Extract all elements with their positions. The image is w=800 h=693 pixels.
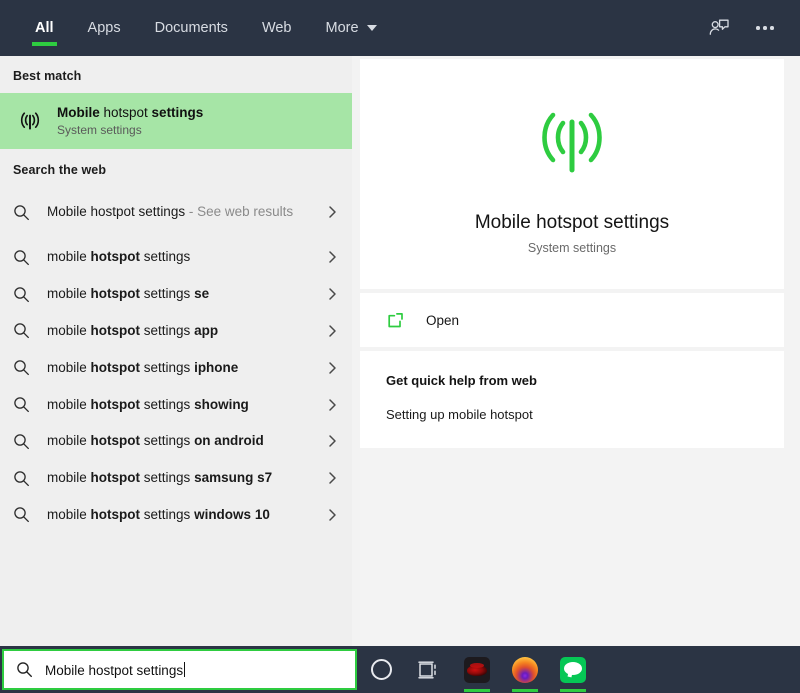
search-icon [13, 433, 47, 450]
preview-pane: Mobile hotspot settings System settings … [352, 56, 800, 646]
best-match-text: Mobile hotspot settings System settings [57, 104, 203, 138]
search-icon [13, 322, 47, 339]
running-indicator [464, 689, 490, 692]
chevron-right-icon [324, 250, 340, 264]
tab-web-label: Web [261, 20, 292, 36]
web-suggestion-label: mobile hotspot settings samsung s7 [47, 470, 273, 486]
chevron-down-icon [366, 25, 377, 31]
search-filter-tabs: All Apps Documents Web More [0, 0, 394, 56]
best-match-heading: Best match [13, 69, 82, 83]
hotspot-broadcast-icon [13, 107, 47, 135]
text-cursor [184, 661, 186, 677]
tab-all-label: All [35, 20, 54, 36]
best-match-subtitle: System settings [57, 123, 142, 137]
web-suggestion-row[interactable]: mobile hotspot settings showing [0, 386, 352, 423]
tab-more[interactable]: More [309, 0, 394, 56]
chevron-right-icon [324, 287, 340, 301]
web-suggestion-row[interactable]: mobile hotspot settings windows 10 [0, 497, 352, 534]
line-messenger-icon [560, 656, 586, 683]
search-icon [13, 506, 47, 523]
person-feedback-icon [709, 19, 729, 35]
taskbar-item-app-dark-red[interactable] [453, 646, 501, 693]
tab-documents[interactable]: Documents [138, 0, 245, 56]
tab-web[interactable]: Web [245, 0, 309, 56]
quick-help-section: Get quick help from web Setting up mobil… [360, 351, 784, 448]
running-indicator [560, 689, 586, 692]
tab-apps-label: Apps [87, 20, 121, 36]
tab-apps[interactable]: Apps [71, 0, 138, 56]
web-suggestion-label: mobile hotspot settings on android [47, 433, 264, 449]
search-icon [13, 359, 47, 376]
search-icon [13, 204, 47, 221]
preview-title: Mobile hotspot settings [474, 212, 670, 233]
web-suggestion-row[interactable]: Mobile hostpot settings - See web result… [0, 185, 352, 239]
web-suggestion-row[interactable]: mobile hotspot settings on android [0, 423, 352, 460]
best-match-title: Mobile hotspot settings [57, 105, 204, 120]
taskbar: Mobile hostpot settings [0, 646, 800, 693]
open-action-label: Open [426, 312, 460, 328]
taskbar-icons [357, 646, 597, 693]
tab-documents-label: Documents [154, 20, 228, 36]
tab-more-label: More [325, 20, 359, 36]
web-suggestion-row[interactable]: mobile hotspot settings iphone [0, 349, 352, 386]
taskbar-item-line[interactable] [549, 646, 597, 693]
search-icon [13, 249, 47, 266]
web-suggestion-row[interactable]: mobile hotspot settings app [0, 313, 352, 350]
web-suggestion-label: mobile hotspot settings showing [47, 396, 249, 412]
search-web-heading: Search the web [13, 163, 107, 177]
taskbar-item-cortana[interactable] [357, 646, 405, 693]
header-actions [698, 0, 800, 56]
firefox-icon [512, 656, 538, 683]
quick-help-link[interactable]: Setting up mobile hotspot [386, 407, 784, 422]
preview-subtitle: System settings [527, 241, 617, 255]
dark-red-app-icon [464, 656, 490, 683]
open-external-icon [386, 311, 412, 330]
web-suggestion-label: mobile hotspot settings se [47, 286, 210, 302]
tab-all[interactable]: All [18, 0, 71, 56]
web-suggestion-list: Mobile hostpot settings - See web result… [0, 185, 352, 533]
chevron-right-icon [324, 398, 340, 412]
preview-hero: Mobile hotspot settings System settings [360, 59, 784, 289]
chevron-right-icon [324, 324, 340, 338]
search-header: All Apps Documents Web More [0, 0, 800, 56]
search-icon [16, 661, 33, 678]
chevron-right-icon [324, 471, 340, 485]
ellipsis-icon [756, 26, 774, 30]
chevron-right-icon [324, 205, 340, 219]
more-options-button[interactable] [744, 7, 786, 49]
web-suggestion-label: mobile hotspot settings [47, 249, 191, 265]
taskbar-search-box[interactable]: Mobile hostpot settings [2, 649, 357, 690]
chevron-right-icon [324, 434, 340, 448]
web-suggestion-label: mobile hotspot settings app [47, 322, 219, 338]
search-input-value: Mobile hostpot settings [45, 661, 186, 678]
active-tab-underline [32, 42, 57, 46]
chevron-right-icon [324, 361, 340, 375]
search-icon [13, 470, 47, 487]
results-list-pane: Best match Mobile hotspot settings Syste… [0, 56, 352, 646]
web-suggestion-label: Mobile hostpot settings - See web result… [47, 204, 294, 219]
web-suggestion-label: mobile hotspot settings windows 10 [47, 506, 270, 522]
hotspot-broadcast-icon [360, 101, 784, 186]
cortana-circle-icon [370, 659, 392, 680]
taskbar-item-task-view[interactable] [405, 646, 453, 693]
running-indicator [512, 689, 538, 692]
search-icon [13, 396, 47, 413]
open-action-button[interactable]: Open [360, 293, 784, 347]
quick-help-heading: Get quick help from web [386, 373, 537, 388]
windows-search-overlay: All Apps Documents Web More Best match M… [0, 0, 800, 693]
feedback-button[interactable] [698, 7, 740, 49]
app-preview-card: Mobile hotspot settings System settings [360, 59, 784, 289]
web-suggestion-label: mobile hotspot settings iphone [47, 359, 239, 375]
taskbar-item-firefox[interactable] [501, 646, 549, 693]
search-icon [13, 286, 47, 303]
web-suggestion-row[interactable]: mobile hotspot settings [0, 239, 352, 276]
web-suggestion-row[interactable]: mobile hotspot settings samsung s7 [0, 460, 352, 497]
search-results-area: Best match Mobile hotspot settings Syste… [0, 56, 800, 646]
task-view-icon [418, 661, 436, 678]
best-match-result[interactable]: Mobile hotspot settings System settings [0, 93, 352, 149]
search-input-text: Mobile hostpot settings [45, 662, 184, 678]
web-suggestion-row[interactable]: mobile hotspot settings se [0, 276, 352, 313]
chevron-right-icon [324, 508, 340, 522]
